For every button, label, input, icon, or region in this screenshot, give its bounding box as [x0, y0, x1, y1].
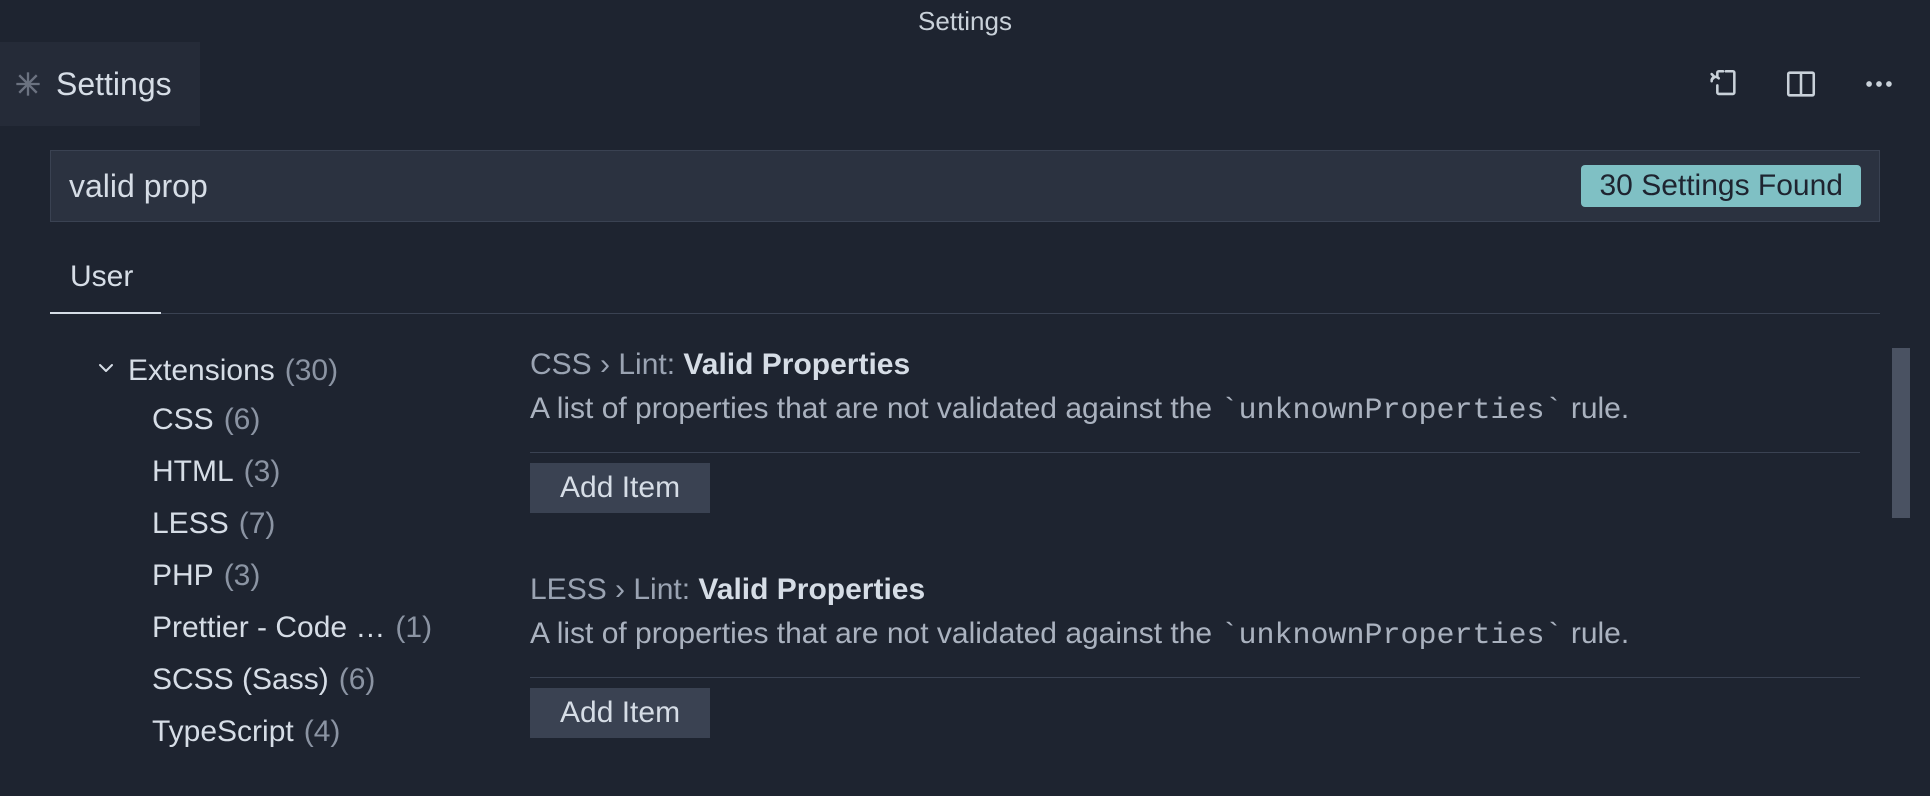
settings-toc: Extensions (30) CSS (6) HTML (3) LESS (7… — [50, 348, 470, 796]
window-title: Settings — [918, 6, 1012, 37]
setting-desc-post: rule. — [1563, 392, 1630, 425]
settings-search-input[interactable] — [69, 168, 1581, 205]
editor-tab-settings[interactable]: Settings — [0, 42, 200, 126]
toc-item-count: (6) — [224, 403, 261, 437]
toc-item-count: (3) — [244, 455, 281, 489]
setting-desc-code: `unknownProperties` — [1220, 619, 1562, 653]
tab-spacer — [200, 42, 1706, 126]
setting-less-lint-valid-properties: LESS › Lint: Valid Properties A list of … — [530, 573, 1860, 738]
setting-desc-pre: A list of properties that are not valida… — [530, 392, 1220, 425]
toc-item-css[interactable]: CSS (6) — [94, 394, 470, 446]
settings-list: CSS › Lint: Valid Properties A list of p… — [470, 348, 1880, 796]
toc-item-count: (1) — [395, 611, 432, 645]
settings-content: Extensions (30) CSS (6) HTML (3) LESS (7… — [0, 314, 1930, 796]
tab-actions — [1706, 42, 1930, 126]
toc-item-php[interactable]: PHP (3) — [94, 550, 470, 602]
settings-result-count-badge: 30 Settings Found — [1581, 165, 1861, 207]
settings-scope-tabs: User — [50, 246, 1880, 314]
settings-search-box: 30 Settings Found — [50, 150, 1880, 222]
toc-item-scss[interactable]: SCSS (Sass) (6) — [94, 654, 470, 706]
setting-description: A list of properties that are not valida… — [530, 617, 1860, 653]
settings-tab-icon — [14, 70, 42, 98]
setting-divider — [530, 677, 1860, 678]
add-item-button[interactable]: Add Item — [530, 688, 710, 738]
setting-desc-code: `unknownProperties` — [1220, 394, 1562, 428]
toc-item-label: LESS — [152, 507, 229, 541]
toc-item-label: CSS — [152, 403, 214, 437]
window-title-bar: Settings — [0, 0, 1930, 42]
scope-tab-user[interactable]: User — [50, 246, 161, 314]
setting-desc-post: rule. — [1563, 617, 1630, 650]
setting-title: LESS › Lint: Valid Properties — [530, 573, 1860, 607]
toc-group-count: (30) — [285, 354, 338, 388]
toc-item-label: PHP — [152, 559, 214, 593]
setting-title: CSS › Lint: Valid Properties — [530, 348, 1860, 382]
toc-item-label: HTML — [152, 455, 234, 489]
toc-group-label: Extensions — [128, 354, 275, 388]
settings-search-wrap: 30 Settings Found — [0, 126, 1930, 222]
setting-scope: LESS › Lint: — [530, 573, 690, 606]
toc-item-prettier[interactable]: Prettier - Code … (1) — [94, 602, 470, 654]
editor-tab-label: Settings — [56, 66, 172, 103]
toc-group-extensions[interactable]: Extensions (30) — [94, 348, 470, 394]
split-editor-button[interactable] — [1784, 67, 1818, 101]
toc-item-label: SCSS (Sass) — [152, 663, 329, 697]
chevron-down-icon — [94, 354, 118, 388]
toc-item-typescript[interactable]: TypeScript (4) — [94, 706, 470, 758]
setting-key: Valid Properties — [698, 573, 925, 606]
scrollbar-thumb[interactable] — [1892, 348, 1910, 518]
setting-key: Valid Properties — [683, 348, 910, 381]
settings-scope-row: User — [0, 222, 1930, 314]
toc-item-html[interactable]: HTML (3) — [94, 446, 470, 498]
toc-item-less[interactable]: LESS (7) — [94, 498, 470, 550]
toc-item-count: (7) — [239, 507, 276, 541]
open-settings-json-button[interactable] — [1706, 67, 1740, 101]
toc-item-count: (6) — [339, 663, 376, 697]
toc-item-label: Prettier - Code … — [152, 611, 385, 645]
more-actions-button[interactable] — [1862, 67, 1896, 101]
toc-item-count: (4) — [304, 715, 341, 749]
toc-item-label: TypeScript — [152, 715, 294, 749]
toc-item-count: (3) — [224, 559, 261, 593]
setting-scope: CSS › Lint: — [530, 348, 675, 381]
setting-desc-pre: A list of properties that are not valida… — [530, 617, 1220, 650]
setting-description: A list of properties that are not valida… — [530, 392, 1860, 428]
setting-css-lint-valid-properties: CSS › Lint: Valid Properties A list of p… — [530, 348, 1860, 513]
setting-divider — [530, 452, 1860, 453]
add-item-button[interactable]: Add Item — [530, 463, 710, 513]
editor-tabs-bar: Settings — [0, 42, 1930, 126]
